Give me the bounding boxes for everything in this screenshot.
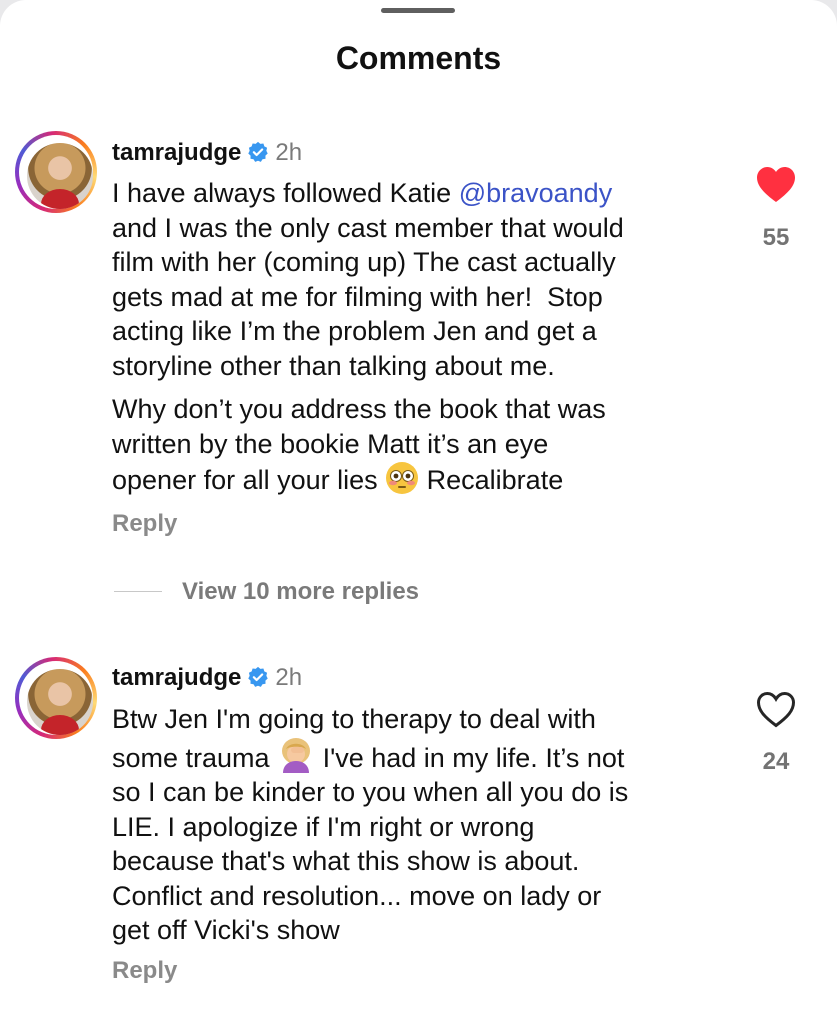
avatar[interactable] xyxy=(15,657,97,739)
comment-text: Btw Jen I'm going to therapy to deal wit… xyxy=(112,704,629,945)
username[interactable]: tamrajudge xyxy=(112,664,241,691)
verified-badge-icon xyxy=(248,141,269,162)
comment-meta: tamrajudge 2h xyxy=(112,139,302,167)
mention-link[interactable]: @bravoandy xyxy=(459,178,613,208)
view-more-replies-label[interactable]: View 10 more replies xyxy=(182,578,419,606)
drag-handle[interactable] xyxy=(381,8,455,13)
verified-badge-icon xyxy=(248,666,269,687)
like-count: 24 xyxy=(762,748,790,775)
woman-facepalming-emoji xyxy=(282,737,311,773)
avatar[interactable] xyxy=(15,131,97,213)
reply-button[interactable]: Reply xyxy=(112,957,177,985)
comments-sheet: Comments tamrajudge 2h I have always foll… xyxy=(0,0,837,1024)
like-count: 55 xyxy=(762,224,790,251)
divider-line xyxy=(114,591,162,592)
comment-text-continued: Why don’t you address the book that was w… xyxy=(112,394,606,495)
comment-text: I have always followed Katie @bravoandy a… xyxy=(112,178,624,381)
sheet-title: Comments xyxy=(335,40,502,76)
comment-time: 2h xyxy=(275,139,303,166)
like-button[interactable] xyxy=(754,689,798,729)
heart-filled-icon xyxy=(757,167,795,202)
heart-outline-icon xyxy=(756,691,796,728)
flushed-face-emoji xyxy=(386,462,419,494)
like-button[interactable] xyxy=(754,164,798,204)
username[interactable]: tamrajudge xyxy=(112,139,241,166)
reply-button[interactable]: Reply xyxy=(112,510,177,538)
comment-meta: tamrajudge 2h xyxy=(112,664,302,692)
comment-time: 2h xyxy=(275,664,303,691)
